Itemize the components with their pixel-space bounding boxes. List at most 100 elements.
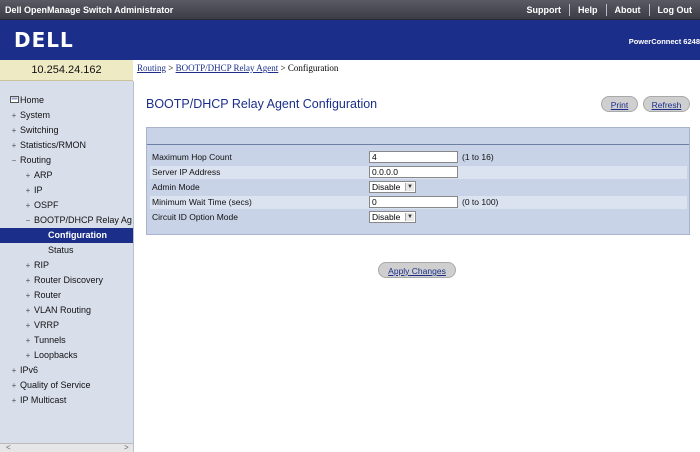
min-wait-input[interactable]: 0 <box>369 196 458 208</box>
nav-label: Tunnels <box>34 335 66 345</box>
top-nav: Support Help About Log Out <box>518 0 700 20</box>
expand-icon[interactable]: + <box>10 363 18 378</box>
expand-icon[interactable]: + <box>24 303 32 318</box>
nav-label: Loopbacks <box>34 350 78 360</box>
nav-label: Quality of Service <box>20 380 91 390</box>
help-link[interactable]: Help <box>568 4 606 16</box>
nav-item-switching[interactable]: + Switching <box>0 123 133 138</box>
print-button[interactable]: Print <box>601 96 638 112</box>
sidebar: Home + System + Switching + Statistics/RMON… <box>0 81 134 452</box>
scroll-left-icon[interactable]: < <box>6 443 11 452</box>
nav-item-ipv6[interactable]: + IPv6 <box>0 363 133 378</box>
admin-mode-value: Disable <box>372 182 401 192</box>
nav-item-loopbacks[interactable]: + Loopbacks <box>0 348 133 363</box>
expand-icon[interactable]: + <box>24 333 32 348</box>
chevron-down-icon[interactable]: ▼ <box>405 183 414 191</box>
circuit-id-row: Circuit ID Option Mode Disable ▼ <box>150 211 687 224</box>
circuit-id-label: Circuit ID Option Mode <box>152 212 238 222</box>
nav-label: System <box>20 110 51 120</box>
nav-label: Router Discovery <box>34 275 104 285</box>
nav-item-system[interactable]: + System <box>0 108 133 123</box>
nav-item-router-discovery[interactable]: + Router Discovery <box>0 273 133 288</box>
chevron-down-icon[interactable]: ▼ <box>405 213 414 221</box>
apply-changes-button[interactable]: Apply Changes <box>378 262 456 278</box>
support-link[interactable]: Support <box>518 4 569 16</box>
expand-icon[interactable]: + <box>24 318 32 333</box>
nav-item-tunnels[interactable]: + Tunnels <box>0 333 133 348</box>
nav-label: Statistics/RMON <box>20 140 87 150</box>
max-hop-input[interactable]: 4 <box>369 151 458 163</box>
circuit-id-value: Disable <box>372 212 401 222</box>
panel-header <box>147 128 689 145</box>
app-title: Dell OpenManage Switch Administrator <box>5 5 174 15</box>
nav-item-arp[interactable]: + ARP <box>0 168 133 183</box>
nav-item-home[interactable]: Home <box>0 93 133 108</box>
expand-icon[interactable]: + <box>24 168 32 183</box>
expand-icon[interactable]: + <box>24 198 32 213</box>
collapse-icon[interactable]: − <box>24 213 32 228</box>
nav-label: ARP <box>34 170 53 180</box>
nav-label: IPv6 <box>20 365 39 375</box>
nav-item-bootp-relay[interactable]: − BOOTP/DHCP Relay Ag <box>0 213 133 228</box>
nav-item-statistics[interactable]: + Statistics/RMON <box>0 138 133 153</box>
min-wait-label: Minimum Wait Time (secs) <box>152 197 252 207</box>
nav-label: Routing <box>20 155 52 165</box>
nav-item-ip-multicast[interactable]: + IP Multicast <box>0 393 133 408</box>
top-bar: Dell OpenManage Switch Administrator Sup… <box>0 0 700 20</box>
nav-label: OSPF <box>34 200 59 210</box>
home-icon <box>10 93 19 108</box>
breadcrumb-routing[interactable]: Routing <box>137 63 166 73</box>
scroll-right-icon[interactable]: > <box>124 443 129 452</box>
nav-label: RIP <box>34 260 50 270</box>
nav-label: VLAN Routing <box>34 305 92 315</box>
min-wait-range: (0 to 100) <box>462 197 499 207</box>
nav-label: Status <box>48 245 74 255</box>
about-link[interactable]: About <box>605 4 649 16</box>
expand-icon[interactable]: + <box>10 123 18 138</box>
nav-item-vlan-routing[interactable]: + VLAN Routing <box>0 303 133 318</box>
brand-bar: DELL PowerConnect 6248 <box>0 20 700 60</box>
nav-label: Router <box>34 290 62 300</box>
nav-label: Switching <box>20 125 59 135</box>
min-wait-row: Minimum Wait Time (secs) 0 (0 to 100) <box>150 196 687 209</box>
nav-item-status[interactable]: Status <box>0 243 133 258</box>
horizontal-scrollbar[interactable]: < > <box>0 443 133 452</box>
nav-item-configuration[interactable]: Configuration <box>0 228 133 243</box>
expand-icon[interactable]: + <box>24 183 32 198</box>
nav-item-routing[interactable]: − Routing <box>0 153 133 168</box>
nav-label: IP <box>34 185 43 195</box>
expand-icon[interactable]: + <box>10 108 18 123</box>
expand-icon[interactable]: + <box>24 348 32 363</box>
expand-icon[interactable]: + <box>24 273 32 288</box>
expand-icon[interactable]: + <box>24 258 32 273</box>
expand-icon[interactable]: + <box>10 138 18 153</box>
nav-tree: Home + System + Switching + Statistics/RMON… <box>0 93 133 408</box>
collapse-icon[interactable]: − <box>10 153 18 168</box>
max-hop-range: (1 to 16) <box>462 152 494 162</box>
breadcrumb-current: Configuration <box>287 63 339 73</box>
max-hop-row: Maximum Hop Count 4 (1 to 16) <box>150 151 687 164</box>
nav-label: VRRP <box>34 320 60 330</box>
device-ip: 10.254.24.162 <box>0 60 133 81</box>
nav-item-ip[interactable]: + IP <box>0 183 133 198</box>
nav-item-vrrp[interactable]: + VRRP <box>0 318 133 333</box>
refresh-button[interactable]: Refresh <box>643 96 690 112</box>
breadcrumb-relay-agent[interactable]: BOOTP/DHCP Relay Agent <box>176 63 279 73</box>
logout-link[interactable]: Log Out <box>648 4 700 16</box>
expand-icon[interactable]: + <box>24 288 32 303</box>
server-ip-label: Server IP Address <box>152 167 221 177</box>
server-ip-input[interactable]: 0.0.0.0 <box>369 166 458 178</box>
product-name: PowerConnect 6248 <box>628 37 700 46</box>
nav-label: BOOTP/DHCP Relay Ag <box>34 215 132 225</box>
circuit-id-select[interactable]: Disable ▼ <box>369 211 416 223</box>
page-title: BOOTP/DHCP Relay Agent Configuration <box>146 97 378 111</box>
nav-item-router[interactable]: + Router <box>0 288 133 303</box>
nav-item-qos[interactable]: + Quality of Service <box>0 378 133 393</box>
expand-icon[interactable]: + <box>10 378 18 393</box>
nav-label: IP Multicast <box>20 395 67 405</box>
nav-item-ospf[interactable]: + OSPF <box>0 198 133 213</box>
admin-mode-select[interactable]: Disable ▼ <box>369 181 416 193</box>
expand-icon[interactable]: + <box>10 393 18 408</box>
config-panel: Maximum Hop Count 4 (1 to 16) Server IP … <box>146 127 690 235</box>
nav-item-rip[interactable]: + RIP <box>0 258 133 273</box>
